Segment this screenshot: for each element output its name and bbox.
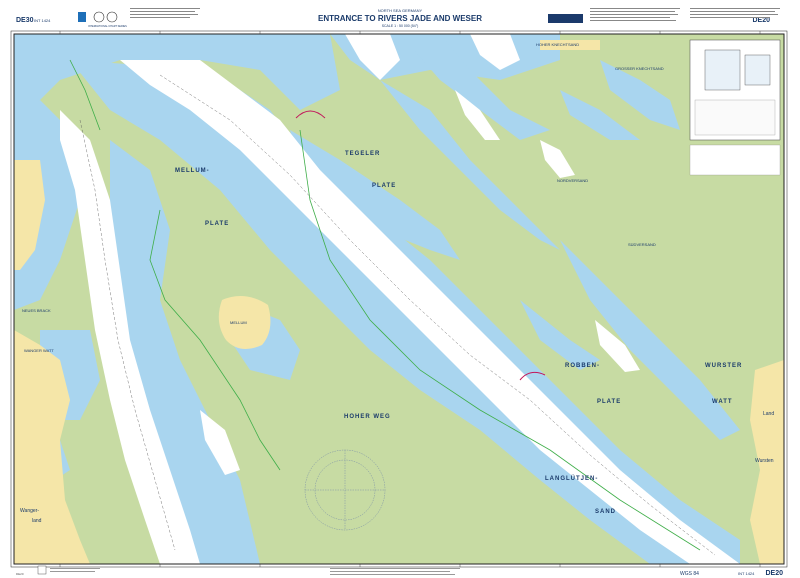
footer-left-note: DE20	[16, 572, 24, 576]
place-mellum-island: MELLUM	[230, 320, 247, 325]
int-left-label: INT 1424	[34, 18, 51, 23]
place-land-right: Land	[763, 411, 774, 417]
place-langlutjen: LANGLÜTJEN-	[545, 475, 598, 482]
place-wursten: Wursten	[755, 458, 774, 464]
place-sand: SAND	[595, 509, 616, 515]
place-robben: ROBBEN-	[565, 363, 600, 369]
place-watt: WATT	[712, 399, 733, 405]
place-hoher-weg: HOHER WEG	[344, 414, 391, 420]
nautical-chart: NORTH SEA GERMANY ENTRANCE TO RIVERS JAD…	[0, 0, 800, 578]
chart-scale: SCALE 1 : 50 000 (54°)	[382, 24, 419, 28]
footer-int: INT 1424	[738, 571, 755, 576]
place-wurster: WURSTER	[705, 363, 742, 369]
footer-datum: WGS 84	[680, 571, 699, 577]
place-wanger: Wanger-	[20, 508, 39, 514]
place-plate-1: PLATE	[205, 221, 229, 227]
org-label: INTERNATIONAL CHART SERIES	[88, 25, 127, 28]
place-wanger-watt: WANGER WATT	[24, 348, 54, 353]
qr-code-icon	[37, 565, 47, 575]
chart-title: ENTRANCE TO RIVERS JADE AND WESER	[318, 14, 482, 23]
chart-number-right-top: DE20	[752, 17, 770, 24]
ihs-logo-icon	[78, 12, 86, 22]
place-hoher-knechtsand: HOHER KNECHTSAND	[536, 42, 579, 47]
tidal-stream-table	[689, 144, 781, 176]
place-mellum: MELLUM-	[175, 168, 210, 174]
region-label: NORTH SEA GERMANY	[378, 8, 423, 13]
place-neues-brack: NEUES BRACK	[22, 308, 51, 313]
inset-diagram	[689, 39, 781, 141]
place-land: land	[32, 518, 42, 524]
chart-number-bottom: DE20	[765, 570, 783, 577]
place-plate-3: PLATE	[597, 399, 621, 405]
chart-number-left: DE30	[16, 17, 34, 24]
place-nordverand: NORDVERSAND	[557, 178, 588, 183]
place-plate-2: PLATE	[372, 183, 396, 189]
place-sudverand: SÜDVERSAND	[628, 242, 656, 247]
admiralty-label: ADMIRALTY	[554, 17, 578, 22]
place-tegeler: TEGELER	[345, 151, 380, 157]
place-grosser-knechtsand: GROSSER KNECHTSAND	[615, 66, 664, 71]
